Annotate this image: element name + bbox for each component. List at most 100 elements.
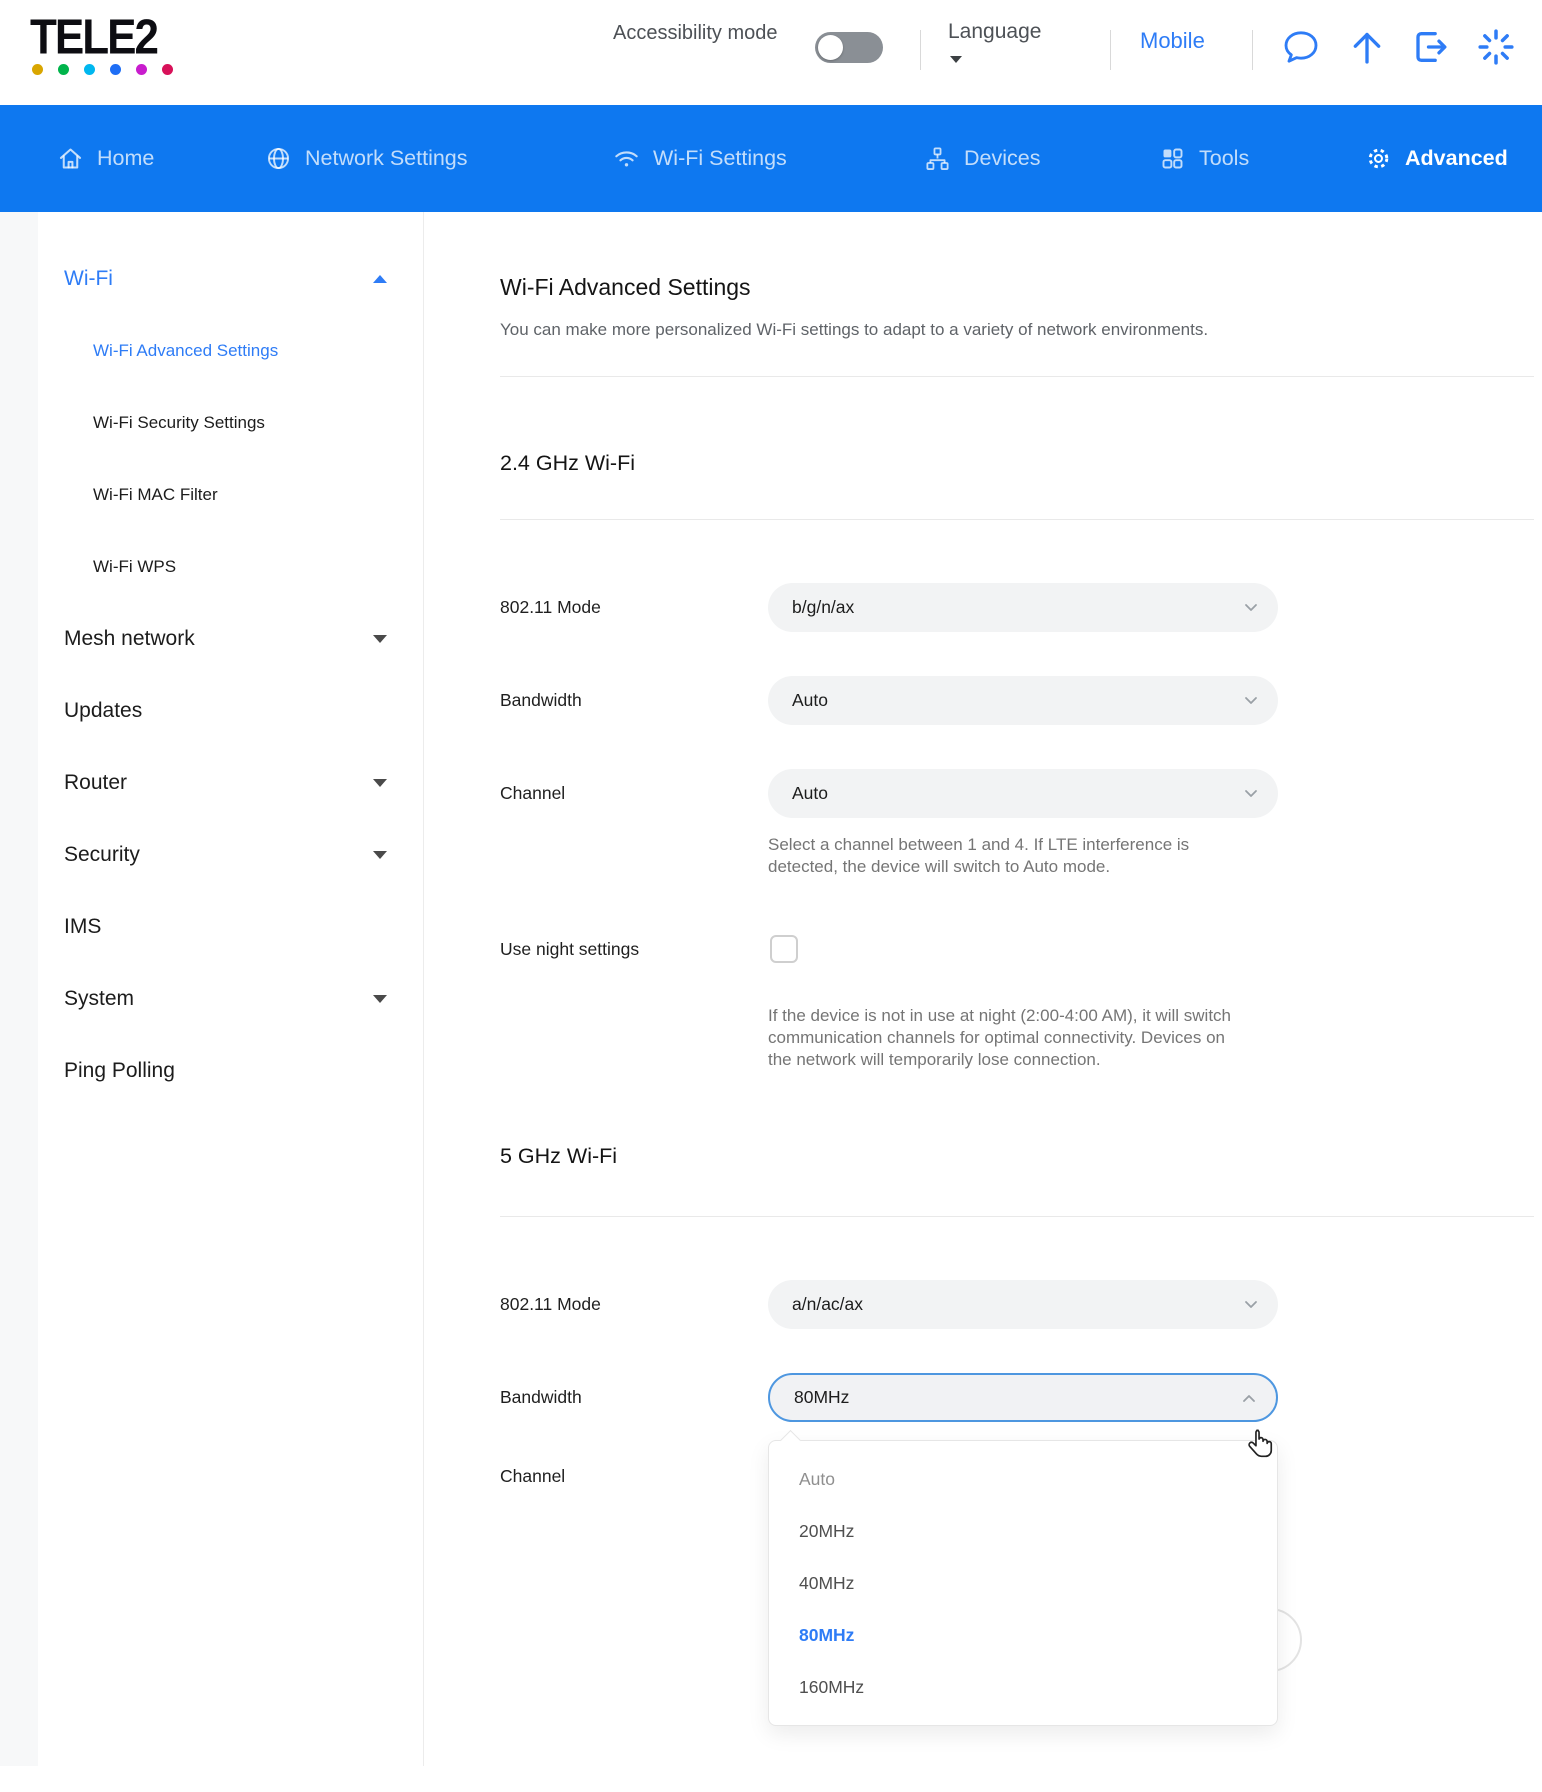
divider [500,1216,1534,1217]
tele2-logo: TELE2 [30,10,180,75]
chevron-down-icon [373,851,387,859]
settings-sidebar: Wi-Fi Wi-Fi Advanced Settings Wi-Fi Secu… [38,212,424,1766]
sidebar-item-security[interactable]: Security [38,819,423,891]
nav-network-settings[interactable]: Network Settings [265,105,468,212]
sidebar-item-label: Security [38,843,140,867]
logout-icon[interactable] [1411,27,1451,67]
sidebar-item-system[interactable]: System [38,963,423,1035]
sidebar-item-wifi-security-settings[interactable]: Wi-Fi Security Settings [38,387,423,459]
sidebar-item-ping-polling[interactable]: Ping Polling [38,1035,423,1107]
row-night-settings: Use night settings [500,935,1534,963]
sidebar-item-label: Updates [38,699,142,723]
dropdown-option-auto[interactable]: Auto [769,1453,1277,1505]
select-value: 80MHz [794,1387,849,1408]
chat-icon[interactable] [1281,27,1321,67]
dropdown-option-160mhz[interactable]: 160MHz [769,1661,1277,1713]
sidebar-item-label: Wi-Fi Advanced Settings [38,341,278,361]
devices-tree-icon [924,145,951,172]
sidebar-item-label: Wi-Fi Security Settings [38,413,265,433]
sidebar-item-label: Wi-Fi MAC Filter [38,485,218,505]
divider [500,519,1534,520]
nav-label: Wi-Fi Settings [653,146,787,171]
header-divider [1110,30,1111,70]
field-label: Bandwidth [500,690,768,711]
chevron-down-icon [1242,598,1260,616]
sidebar-item-updates[interactable]: Updates [38,675,423,747]
sidebar-item-label: Wi-Fi [38,267,113,291]
divider [500,376,1534,377]
nav-label: Tools [1199,146,1249,171]
sidebar-item-router[interactable]: Router [38,747,423,819]
sidebar-item-wifi-advanced-settings[interactable]: Wi-Fi Advanced Settings [38,315,423,387]
sidebar-item-label: Router [38,771,127,795]
night-settings-checkbox[interactable] [770,935,798,963]
language-selector[interactable]: Language [948,20,1041,63]
chevron-down-icon [373,779,387,787]
accessibility-mode-toggle[interactable] [815,32,883,63]
sidebar-item-wifi-wps[interactable]: Wi-Fi WPS [38,531,423,603]
row-24-channel: Channel Auto [500,769,1534,818]
row-24-bandwidth: Bandwidth Auto [500,676,1534,725]
field-label: Channel [500,783,768,804]
sidebar-item-wifi[interactable]: Wi-Fi [38,243,423,315]
nav-advanced[interactable]: Advanced [1365,105,1508,212]
top-header: TELE2 Accessibility mode Language Mobile [0,0,1542,105]
sidebar-item-wifi-mac-filter[interactable]: Wi-Fi MAC Filter [38,459,423,531]
chevron-down-icon [1242,1295,1260,1313]
page-title: Wi-Fi Advanced Settings [500,274,1534,301]
channel-note: Select a channel between 1 and 4. If LTE… [768,834,1208,878]
chevron-up-icon [373,275,387,283]
nav-home[interactable]: Home [57,105,154,212]
channel-24-select[interactable]: Auto [768,769,1278,818]
dropdown-option-20mhz[interactable]: 20MHz [769,1505,1277,1557]
nav-tools[interactable]: Tools [1159,105,1249,212]
mode-5-select[interactable]: a/n/ac/ax [768,1280,1278,1329]
spinner-icon[interactable] [1476,27,1516,67]
upload-arrow-icon[interactable] [1347,27,1387,67]
nav-label: Advanced [1405,146,1508,171]
language-label: Language [948,20,1041,43]
field-label: Channel [500,1466,768,1487]
logo-text: TELE2 [30,10,180,66]
row-5-mode: 802.11 Mode a/n/ac/ax [500,1280,1534,1329]
chevron-up-icon [1240,1390,1258,1408]
wifi-icon [613,145,640,172]
sidebar-item-ims[interactable]: IMS [38,891,423,963]
chevron-down-icon [1242,691,1260,709]
toggle-knob [818,35,843,60]
main-content: Wi-Fi Advanced Settings You can make mor… [424,212,1542,1766]
accessibility-mode-label: Accessibility mode [613,20,783,47]
mobile-link[interactable]: Mobile [1140,28,1205,54]
nav-wifi-settings[interactable]: Wi-Fi Settings [613,105,787,212]
field-label: Bandwidth [500,1387,768,1408]
bandwidth-24-select[interactable]: Auto [768,676,1278,725]
sidebar-item-label: IMS [38,915,101,939]
header-divider [920,30,921,70]
main-navigation: Home Network Settings Wi-Fi Settings Dev… [0,105,1542,212]
chevron-down-icon [373,635,387,643]
nav-label: Network Settings [305,146,468,171]
nav-label: Devices [964,146,1040,171]
dropdown-option-40mhz[interactable]: 40MHz [769,1557,1277,1609]
bandwidth-5-select[interactable]: 80MHz [768,1373,1278,1422]
dropdown-option-80mhz[interactable]: 80MHz [769,1609,1277,1661]
select-value: Auto [792,690,828,711]
chevron-down-icon [950,56,962,63]
row-24-mode: 802.11 Mode b/g/n/ax [500,583,1534,632]
nav-devices[interactable]: Devices [924,105,1040,212]
sidebar-item-label: Ping Polling [38,1059,175,1083]
bandwidth-5-dropdown: Auto 20MHz 40MHz 80MHz 160MHz [768,1440,1278,1726]
select-value: a/n/ac/ax [792,1294,863,1315]
sidebar-item-label: Wi-Fi WPS [38,557,176,577]
tools-grid-icon [1159,145,1186,172]
header-divider [1252,30,1253,70]
sidebar-item-mesh-network[interactable]: Mesh network [38,603,423,675]
gear-icon [1365,145,1392,172]
sidebar-item-label: Mesh network [38,627,195,651]
left-gutter [0,212,38,1766]
mode-24-select[interactable]: b/g/n/ax [768,583,1278,632]
section-heading-24ghz: 2.4 GHz Wi-Fi [500,451,1534,476]
select-value: Auto [792,783,828,804]
field-label: 802.11 Mode [500,597,768,618]
globe-icon [265,145,292,172]
